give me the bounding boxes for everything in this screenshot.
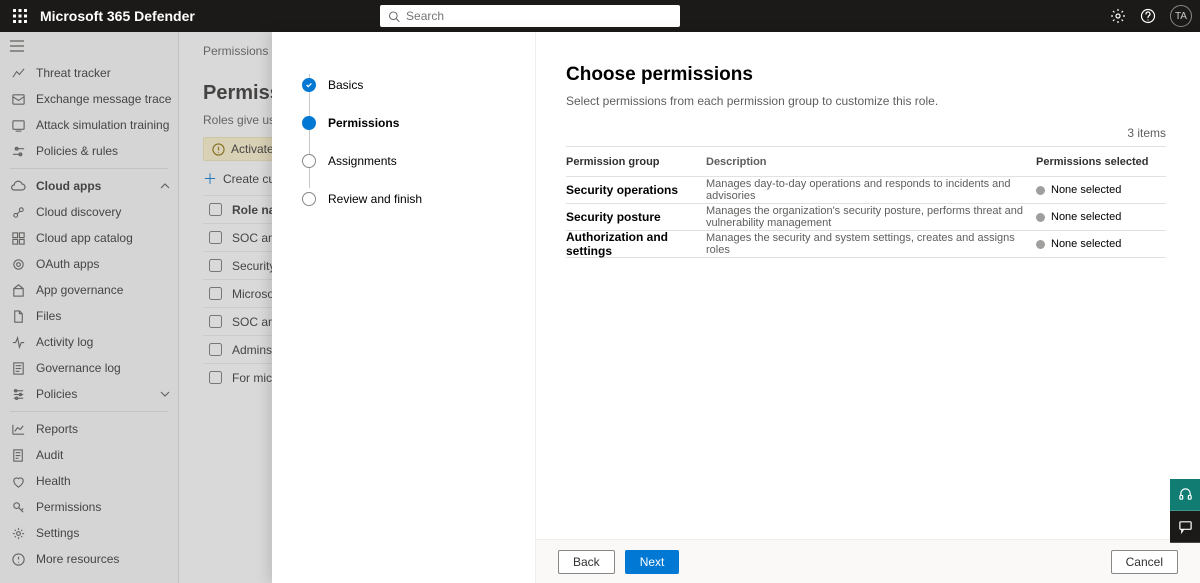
- permissions-table: Permission group Description Permissions…: [566, 146, 1166, 258]
- wizard-subtitle: Select permissions from each permission …: [566, 94, 1166, 108]
- perm-group: Authorization and settings: [566, 230, 706, 258]
- perm-selected: None selected: [1036, 184, 1166, 196]
- app-title: Microsoft 365 Defender: [40, 8, 195, 24]
- wizard-step-assignments[interactable]: Assignments: [302, 142, 535, 180]
- status-dot-icon: [1036, 186, 1045, 195]
- avatar[interactable]: TA: [1170, 5, 1192, 27]
- search-input-wrap[interactable]: [380, 5, 680, 27]
- step-label: Permissions: [328, 116, 399, 130]
- wizard-step-basics[interactable]: Basics: [302, 66, 535, 104]
- cancel-button[interactable]: Cancel: [1111, 550, 1178, 574]
- wizard-step-permissions[interactable]: Permissions: [302, 104, 535, 142]
- step-dot-icon: [302, 192, 316, 206]
- column-header-desc: Description: [706, 156, 1036, 168]
- status-dot-icon: [1036, 213, 1045, 222]
- wizard-steps: Basics Permissions Assignments Review and f…: [272, 32, 536, 583]
- status-dot-icon: [1036, 240, 1045, 249]
- perm-selected: None selected: [1036, 238, 1166, 250]
- help-icon[interactable]: [1140, 8, 1156, 24]
- perm-selected: None selected: [1036, 211, 1166, 223]
- perm-desc: Manages the security and system settings…: [706, 232, 1036, 256]
- search-input[interactable]: [406, 9, 672, 23]
- step-label: Basics: [328, 78, 363, 92]
- step-label: Assignments: [328, 154, 397, 168]
- back-button[interactable]: Back: [558, 550, 615, 574]
- column-header-group: Permission group: [566, 156, 706, 168]
- app-launcher-icon[interactable]: [8, 4, 32, 28]
- perm-desc: Manages the organization's security post…: [706, 205, 1036, 229]
- wizard-heading: Choose permissions: [566, 64, 1166, 86]
- perm-group: Security posture: [566, 210, 706, 224]
- permission-row[interactable]: Authorization and settingsManages the se…: [566, 231, 1166, 258]
- wizard-step-review-and-finish[interactable]: Review and finish: [302, 180, 535, 218]
- wizard-footer: Back Next Cancel: [536, 539, 1200, 583]
- step-label: Review and finish: [328, 192, 422, 206]
- step-dot-icon: [302, 154, 316, 168]
- top-bar: Microsoft 365 Defender TA: [0, 0, 1200, 32]
- item-count: 3 items: [566, 126, 1166, 140]
- settings-icon[interactable]: [1110, 8, 1126, 24]
- column-header-sel: Permissions selected: [1036, 156, 1166, 168]
- feedback-icon[interactable]: [1170, 511, 1200, 543]
- step-dot-icon: [302, 116, 316, 130]
- wizard-panel: Basics Permissions Assignments Review and f…: [272, 32, 1200, 583]
- permission-row[interactable]: Security operationsManages day-to-day op…: [566, 177, 1166, 204]
- perm-desc: Manages day-to-day operations and respon…: [706, 178, 1036, 202]
- permission-row[interactable]: Security postureManages the organization…: [566, 204, 1166, 231]
- modal-overlay: [0, 32, 272, 583]
- next-button[interactable]: Next: [625, 550, 680, 574]
- perm-group: Security operations: [566, 183, 706, 197]
- step-dot-icon: [302, 78, 316, 92]
- headset-help-icon[interactable]: [1170, 479, 1200, 511]
